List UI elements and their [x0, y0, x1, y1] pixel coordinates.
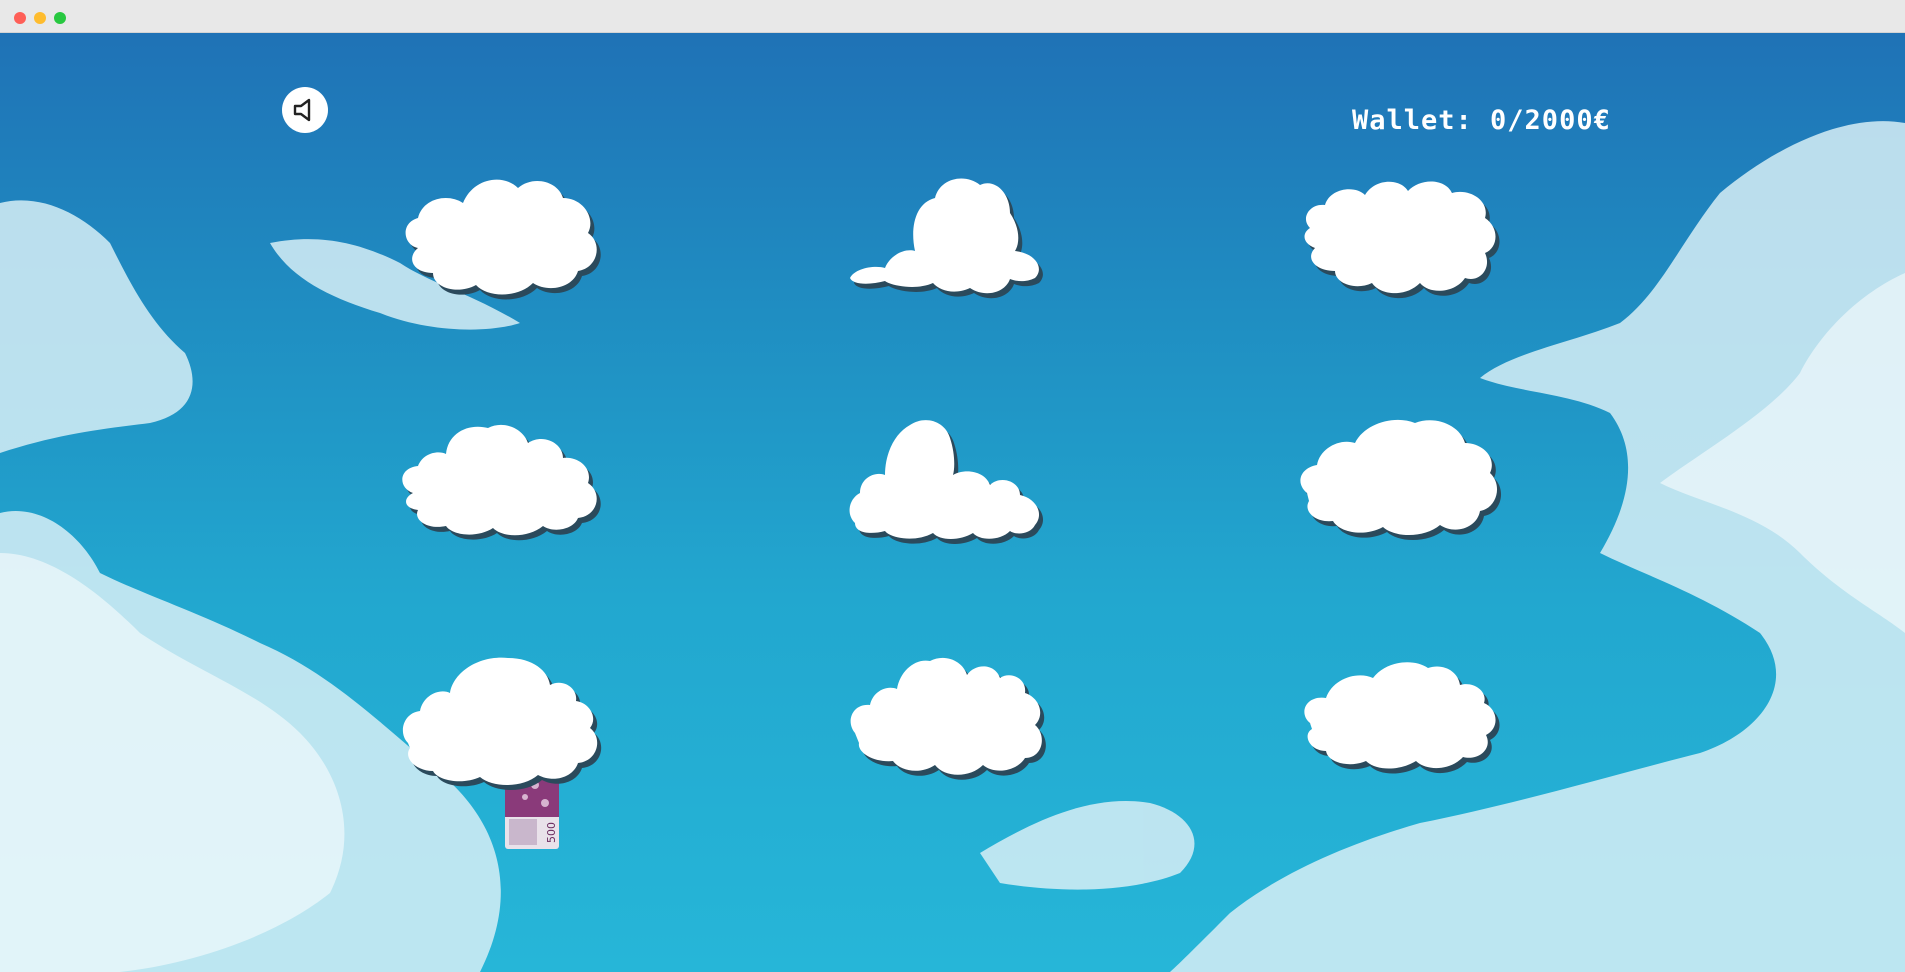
cloud-r2-c3[interactable]: [1295, 413, 1515, 548]
cloud-r3-c2[interactable]: [845, 653, 1065, 793]
close-window-dot[interactable]: [14, 12, 26, 24]
speaker-icon: [293, 98, 311, 122]
cloud-r1-c1[interactable]: [398, 173, 618, 313]
cloud-r2-c1[interactable]: [398, 418, 618, 548]
cloud-r3-c1[interactable]: [398, 653, 618, 798]
browser-titlebar: [0, 0, 1905, 33]
cloud-r1-c2[interactable]: [845, 173, 1065, 313]
minimize-window-dot[interactable]: [34, 12, 46, 24]
cloud-r2-c2[interactable]: [845, 413, 1065, 548]
banknote-denomination: 500: [545, 822, 558, 843]
wallet-counter: Wallet: 0/2000€: [1352, 105, 1611, 136]
maximize-window-dot[interactable]: [54, 12, 66, 24]
cloud-r1-c3[interactable]: [1300, 173, 1520, 313]
cloud-r3-c3[interactable]: [1298, 653, 1518, 793]
sound-toggle-button[interactable]: [282, 87, 328, 133]
game-stage: Wallet: 0/2000€ 500: [0, 33, 1905, 972]
